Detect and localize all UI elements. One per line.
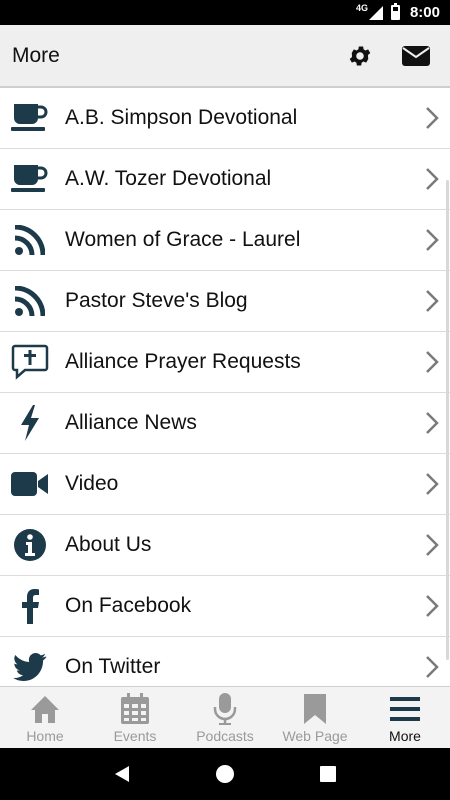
recents-square-icon bbox=[320, 766, 337, 782]
battery-icon bbox=[390, 3, 400, 20]
chevron-right-icon bbox=[414, 289, 450, 313]
gear-icon bbox=[349, 45, 371, 66]
list-item-ab-simpson-devotional[interactable]: A.B. Simpson Devotional bbox=[0, 88, 450, 149]
lightning-icon bbox=[0, 393, 60, 454]
status-bar: 4G 8:00 bbox=[0, 0, 450, 25]
home-circle-icon bbox=[215, 765, 234, 783]
video-camera-icon bbox=[0, 454, 60, 515]
home-icon bbox=[30, 693, 60, 725]
app-bar: More bbox=[0, 25, 450, 88]
list-item-video[interactable]: Video bbox=[0, 454, 450, 515]
list-item-label: A.W. Tozer Devotional bbox=[65, 167, 272, 190]
page-title: More bbox=[12, 43, 60, 67]
signal-icon bbox=[368, 5, 383, 20]
calendar-icon bbox=[120, 693, 150, 725]
tab-events[interactable]: Events bbox=[90, 687, 180, 748]
list-item-label: Women of Grace - Laurel bbox=[65, 228, 301, 251]
list-item-pastor-steves-blog[interactable]: Pastor Steve's Blog bbox=[0, 271, 450, 332]
list-item-label: Video bbox=[65, 472, 119, 495]
tab-label: Podcasts bbox=[196, 728, 254, 744]
menu-icon bbox=[390, 693, 420, 725]
status-time: 8:00 bbox=[409, 4, 440, 21]
list-item-label: About Us bbox=[65, 533, 152, 556]
list-item-aw-tozer-devotional[interactable]: A.W. Tozer Devotional bbox=[0, 149, 450, 210]
recents-button[interactable] bbox=[308, 754, 348, 794]
chevron-right-icon bbox=[414, 594, 450, 618]
info-icon bbox=[0, 515, 60, 576]
mail-button[interactable] bbox=[394, 34, 438, 78]
microphone-icon bbox=[213, 693, 237, 725]
chevron-right-icon bbox=[414, 411, 450, 435]
list-item-label: On Twitter bbox=[65, 655, 161, 678]
list-item-on-facebook[interactable]: On Facebook bbox=[0, 576, 450, 637]
list-item-label: Alliance News bbox=[65, 411, 197, 434]
bookmark-icon bbox=[303, 693, 327, 725]
list-item-alliance-news[interactable]: Alliance News bbox=[0, 393, 450, 454]
list-item-alliance-prayer-requests[interactable]: Alliance Prayer Requests bbox=[0, 332, 450, 393]
tab-web-page[interactable]: Web Page bbox=[270, 687, 360, 748]
coffee-cup-icon bbox=[0, 88, 60, 149]
chevron-right-icon bbox=[414, 350, 450, 374]
chevron-right-icon bbox=[414, 472, 450, 496]
tab-home[interactable]: Home bbox=[0, 687, 90, 748]
tab-label: Web Page bbox=[282, 728, 348, 744]
chevron-right-icon bbox=[414, 167, 450, 191]
list-item-label: Alliance Prayer Requests bbox=[65, 350, 301, 373]
tab-label: Home bbox=[26, 728, 64, 744]
scrollbar[interactable] bbox=[446, 180, 449, 660]
more-menu-list: A.B. Simpson Devotional A.W. Tozer Devot… bbox=[0, 88, 450, 686]
facebook-icon bbox=[0, 576, 60, 637]
chevron-right-icon bbox=[414, 533, 450, 557]
rss-icon bbox=[0, 210, 60, 271]
tab-more[interactable]: More bbox=[360, 687, 450, 748]
list-item-on-twitter[interactable]: On Twitter bbox=[0, 637, 450, 686]
back-triangle-icon bbox=[114, 766, 129, 782]
list-item-label: Pastor Steve's Blog bbox=[65, 289, 248, 312]
list-item-about-us[interactable]: About Us bbox=[0, 515, 450, 576]
tab-label: More bbox=[389, 728, 421, 744]
list-item-label: On Facebook bbox=[65, 594, 192, 617]
settings-button[interactable] bbox=[338, 34, 382, 78]
system-nav-bar bbox=[0, 748, 450, 800]
network-type: 4G bbox=[355, 2, 368, 13]
tab-label: Events bbox=[113, 728, 157, 744]
chevron-right-icon bbox=[414, 106, 450, 130]
home-button[interactable] bbox=[205, 754, 245, 794]
list-item-women-of-grace[interactable]: Women of Grace - Laurel bbox=[0, 210, 450, 271]
back-button[interactable] bbox=[102, 754, 142, 794]
bottom-tab-bar: Home Events Podcasts Web Page More bbox=[0, 686, 450, 748]
chevron-right-icon bbox=[414, 228, 450, 252]
chevron-right-icon bbox=[414, 655, 450, 679]
mail-icon bbox=[402, 45, 430, 66]
prayer-cross-icon bbox=[0, 332, 60, 393]
rss-icon bbox=[0, 271, 60, 332]
list-item-label: A.B. Simpson Devotional bbox=[65, 106, 298, 129]
twitter-icon bbox=[0, 637, 60, 687]
tab-podcasts[interactable]: Podcasts bbox=[180, 687, 270, 748]
coffee-cup-icon bbox=[0, 149, 60, 210]
